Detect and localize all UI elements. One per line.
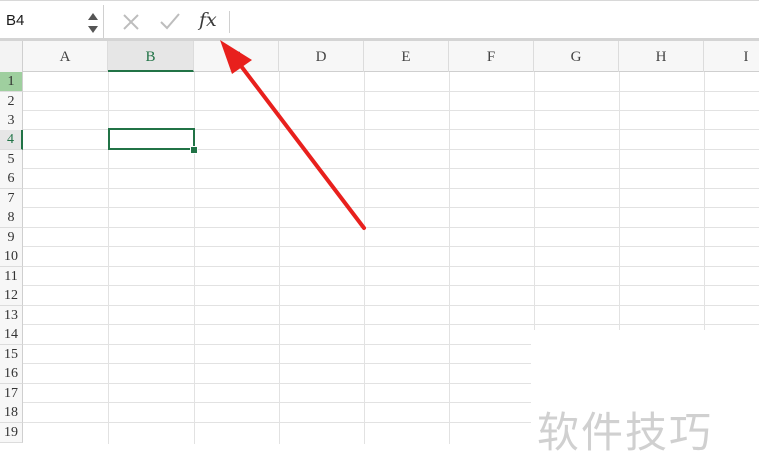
annotation-arrow-icon [220,40,366,230]
